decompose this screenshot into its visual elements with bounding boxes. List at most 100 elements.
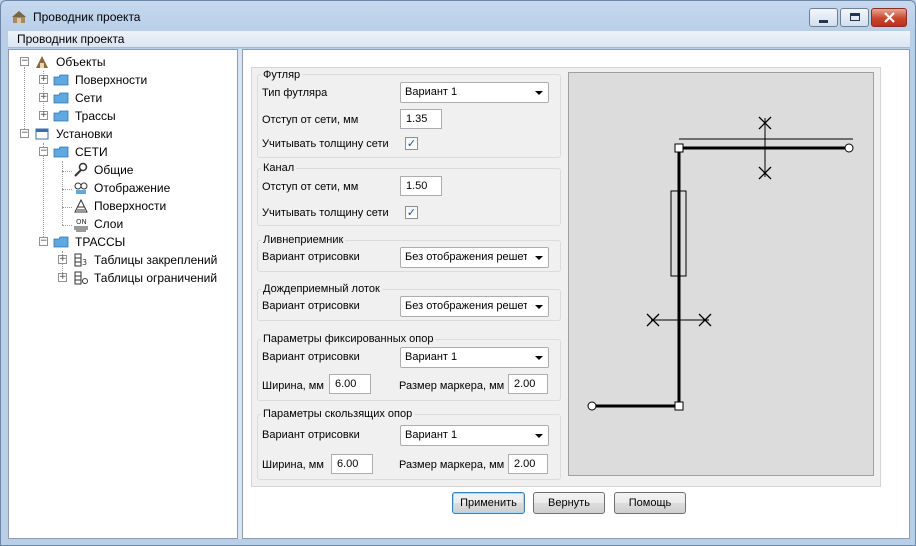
casing-offset-label: Отступ от сети, мм: [262, 114, 359, 126]
casing-thickness-label: Учитывать толщину сети: [262, 138, 389, 150]
sliding-supports-marker-input[interactable]: 2.00: [508, 454, 548, 474]
expand-icon[interactable]: +: [58, 273, 67, 282]
tree-node-fix-tables[interactable]: + 3 Таблицы закреплений: [9, 251, 237, 269]
tree-node-settings-routes[interactable]: − ТРАССЫ: [9, 233, 237, 251]
close-button[interactable]: [871, 8, 907, 27]
tree-label: Отображение: [94, 181, 171, 195]
tree-label: Установки: [56, 127, 113, 141]
table-icon: [74, 271, 88, 285]
node-circle: [587, 401, 597, 411]
menu-item-explorer[interactable]: Проводник проекта: [17, 32, 124, 46]
revert-button[interactable]: Вернуть: [533, 492, 605, 514]
apply-button[interactable]: Применить: [452, 492, 525, 514]
folder-icon: [53, 146, 69, 158]
tree-label: Таблицы ограничений: [94, 271, 218, 285]
rain-tray-title: Дождеприемный лоток: [261, 283, 382, 295]
sliding-supports-variant-select[interactable]: Вариант 1: [400, 425, 549, 446]
minimize-icon: [819, 20, 828, 23]
tree-label: Сети: [75, 91, 103, 105]
help-button[interactable]: Помощь: [614, 492, 686, 514]
project-tree[interactable]: − Объекты + Поверхности + Сети + Трассы …: [8, 49, 238, 539]
tree-node-layers[interactable]: ON Слои: [9, 215, 237, 233]
tree-node-general[interactable]: Общие: [9, 161, 237, 179]
sliding-supports-width-label: Ширина, мм: [262, 459, 324, 471]
fixed-supports-marker-label: Размер маркера, мм: [399, 380, 505, 392]
fixed-supports-width-label: Ширина, мм: [262, 380, 324, 392]
objects-icon: [36, 56, 48, 68]
tree-label: Общие: [94, 163, 134, 177]
rain-tray-variant-label: Вариант отрисовки: [262, 300, 360, 312]
fixed-supports-marker-input[interactable]: 2.00: [508, 374, 548, 394]
folder-icon: [53, 236, 69, 248]
sliding-supports-width-input[interactable]: 6.00: [331, 454, 373, 474]
tree-label: Поверхности: [75, 73, 148, 87]
tree-node-limit-tables[interactable]: + Таблицы ограничений: [9, 269, 237, 287]
sliding-supports-variant-value: Вариант 1: [405, 429, 458, 441]
maximize-button[interactable]: [840, 8, 869, 27]
tree-node-networks[interactable]: + Сети: [9, 89, 237, 107]
tree-node-settings-surfaces[interactable]: Поверхности: [9, 197, 237, 215]
title-bar[interactable]: Проводник проекта: [1, 1, 915, 31]
storm-inlet-variant-label: Вариант отрисовки: [262, 251, 360, 263]
chevron-down-icon: [535, 434, 543, 438]
fixed-supports-width-input[interactable]: 6.00: [329, 374, 371, 394]
tree-node-routes[interactable]: + Трассы: [9, 107, 237, 125]
network-preview-drawing: [587, 116, 854, 411]
sliding-supports-variant-label: Вариант отрисовки: [262, 429, 360, 441]
node-circle: [844, 143, 854, 153]
fixed-supports-variant-label: Вариант отрисовки: [262, 351, 360, 363]
casing-type-value: Вариант 1: [405, 86, 458, 98]
tree-node-objects[interactable]: − Объекты: [9, 53, 237, 71]
table-icon: 3: [74, 253, 87, 267]
tree-node-surfaces[interactable]: + Поверхности: [9, 71, 237, 89]
chevron-down-icon: [535, 305, 543, 309]
folder-icon: [53, 74, 69, 86]
casing-thickness-checkbox[interactable]: ✓: [405, 137, 418, 150]
storm-inlet-title: Ливнеприемник: [261, 234, 346, 246]
casing-offset-input[interactable]: 1.35: [400, 109, 442, 129]
collapse-icon[interactable]: −: [20, 57, 29, 66]
tree-node-display[interactable]: Отображение: [9, 179, 237, 197]
fixed-supports-variant-select[interactable]: Вариант 1: [400, 347, 549, 368]
channel-thickness-checkbox[interactable]: ✓: [405, 206, 418, 219]
collapse-icon[interactable]: −: [20, 129, 29, 138]
rain-tray-variant-select[interactable]: Без отображения решетки: [400, 296, 549, 317]
expand-icon[interactable]: +: [39, 111, 48, 120]
expand-icon[interactable]: +: [39, 75, 48, 84]
tree-label: Слои: [94, 217, 124, 231]
tree-label: Объекты: [56, 55, 106, 69]
expand-icon[interactable]: +: [39, 93, 48, 102]
minimize-button[interactable]: [809, 8, 838, 27]
fixed-supports-variant-value: Вариант 1: [405, 351, 458, 363]
fixed-supports-title: Параметры фиксированных опор: [261, 333, 436, 345]
main-window: Проводник проекта Проводник проекта − Об…: [0, 0, 916, 546]
tree-node-settings-networks[interactable]: − СЕТИ: [9, 143, 237, 161]
sliding-supports-title: Параметры скользящих опор: [261, 408, 415, 420]
node-square: [674, 143, 684, 153]
casing-type-label: Тип футляра: [262, 87, 328, 99]
collapse-icon[interactable]: −: [39, 147, 48, 156]
collapse-icon[interactable]: −: [39, 237, 48, 246]
tree-label: Таблицы закреплений: [94, 253, 218, 267]
folder-icon: [53, 92, 69, 104]
channel-title: Канал: [261, 162, 297, 174]
casing-type-select[interactable]: Вариант 1: [400, 82, 549, 103]
casing-title: Футляр: [261, 69, 303, 81]
window-title: Проводник проекта: [33, 10, 141, 24]
tree-label: ТРАССЫ: [75, 235, 126, 249]
rain-tray-variant-value: Без отображения решетки: [405, 300, 527, 312]
layers-icon: ON: [74, 218, 88, 232]
expand-icon[interactable]: +: [58, 255, 67, 264]
preview-canvas: [568, 72, 874, 476]
node-square: [674, 401, 684, 411]
tree-label: Трассы: [75, 109, 116, 123]
channel-offset-input[interactable]: 1.50: [400, 176, 442, 196]
close-icon: [884, 12, 895, 23]
folder-icon: [53, 110, 69, 122]
storm-inlet-variant-select[interactable]: Без отображения решетки: [400, 247, 549, 268]
wrench-icon: [74, 162, 88, 177]
channel-offset-label: Отступ от сети, мм: [262, 181, 359, 193]
tree-node-settings[interactable]: − Установки: [9, 125, 237, 143]
maximize-icon: [850, 13, 860, 21]
app-icon: [12, 11, 26, 23]
